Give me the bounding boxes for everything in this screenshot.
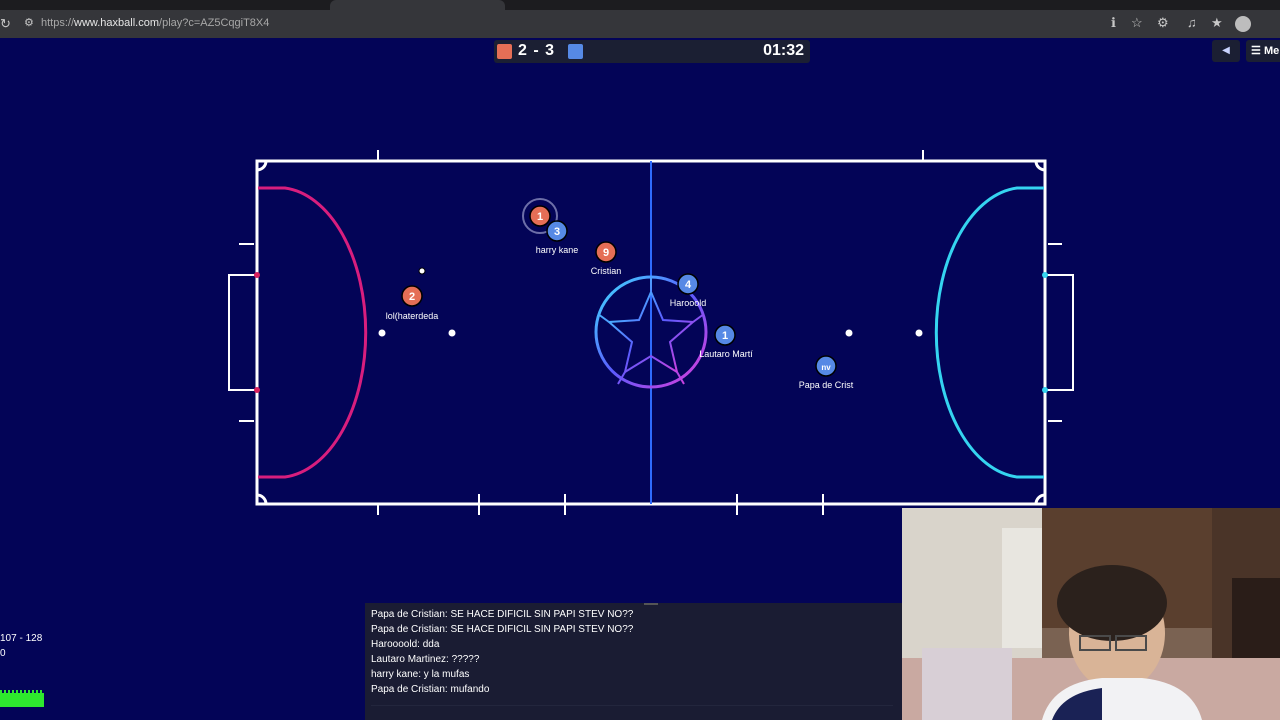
chat-message: harry kane: y la mufas [371,669,470,680]
chat-message: Papa de Cristian: mufando [371,684,490,695]
chat-message: Haroooold: dda [371,639,440,650]
player-number: 9 [603,247,609,259]
chat-panel: Papa de Cristian: SE HACE DIFICIL SIN PA… [365,603,902,720]
player-number: nv [821,363,831,372]
player-blue-disc: 3 [546,220,568,242]
player-name-label: harry kane [535,245,579,255]
player-name-label: Cristian [590,266,622,276]
player-name-label: lol(haterdeda [385,311,439,321]
chat-message: Papa de Cristian: SE HACE DIFICIL SIN PA… [371,609,634,620]
ping-stat: 107 - 128 [0,633,43,644]
player-number: 4 [685,279,692,291]
chat-message: Papa de Cristian: SE HACE DIFICIL SIN PA… [371,624,634,635]
red-penalty-area [258,186,368,479]
player-number: 2 [409,291,415,303]
player-blue-disc: 4 [677,273,699,295]
player-name-label: Papa de Crist [798,380,854,390]
webcam-image [902,508,1280,720]
ball [418,267,426,275]
blue-penalty-area [934,186,1044,479]
network-graph [0,693,44,707]
player-number: 1 [722,330,728,342]
webcam-overlay [902,508,1280,720]
chat-resize-handle[interactable] [644,603,658,605]
blue-goal [1045,274,1074,391]
player-blue-disc: 1 [714,324,736,346]
red-goal [228,274,257,391]
player-name-label: Lautaro Martí [699,349,753,359]
player-red-disc: 2 [401,285,423,307]
players-layer: 139241nv [401,205,837,377]
player-red-disc: 9 [595,241,617,263]
chat-message: Lautaro Martinez: ????? [371,654,480,665]
fps-stat: 0 [0,648,6,659]
player-red-disc: 1 [529,205,551,227]
player-number: 1 [537,211,543,223]
player-number: 3 [554,226,560,238]
player-blue-disc: nv [815,355,837,377]
player-name-label: Harooold [669,298,707,308]
chat-input[interactable] [371,705,893,718]
